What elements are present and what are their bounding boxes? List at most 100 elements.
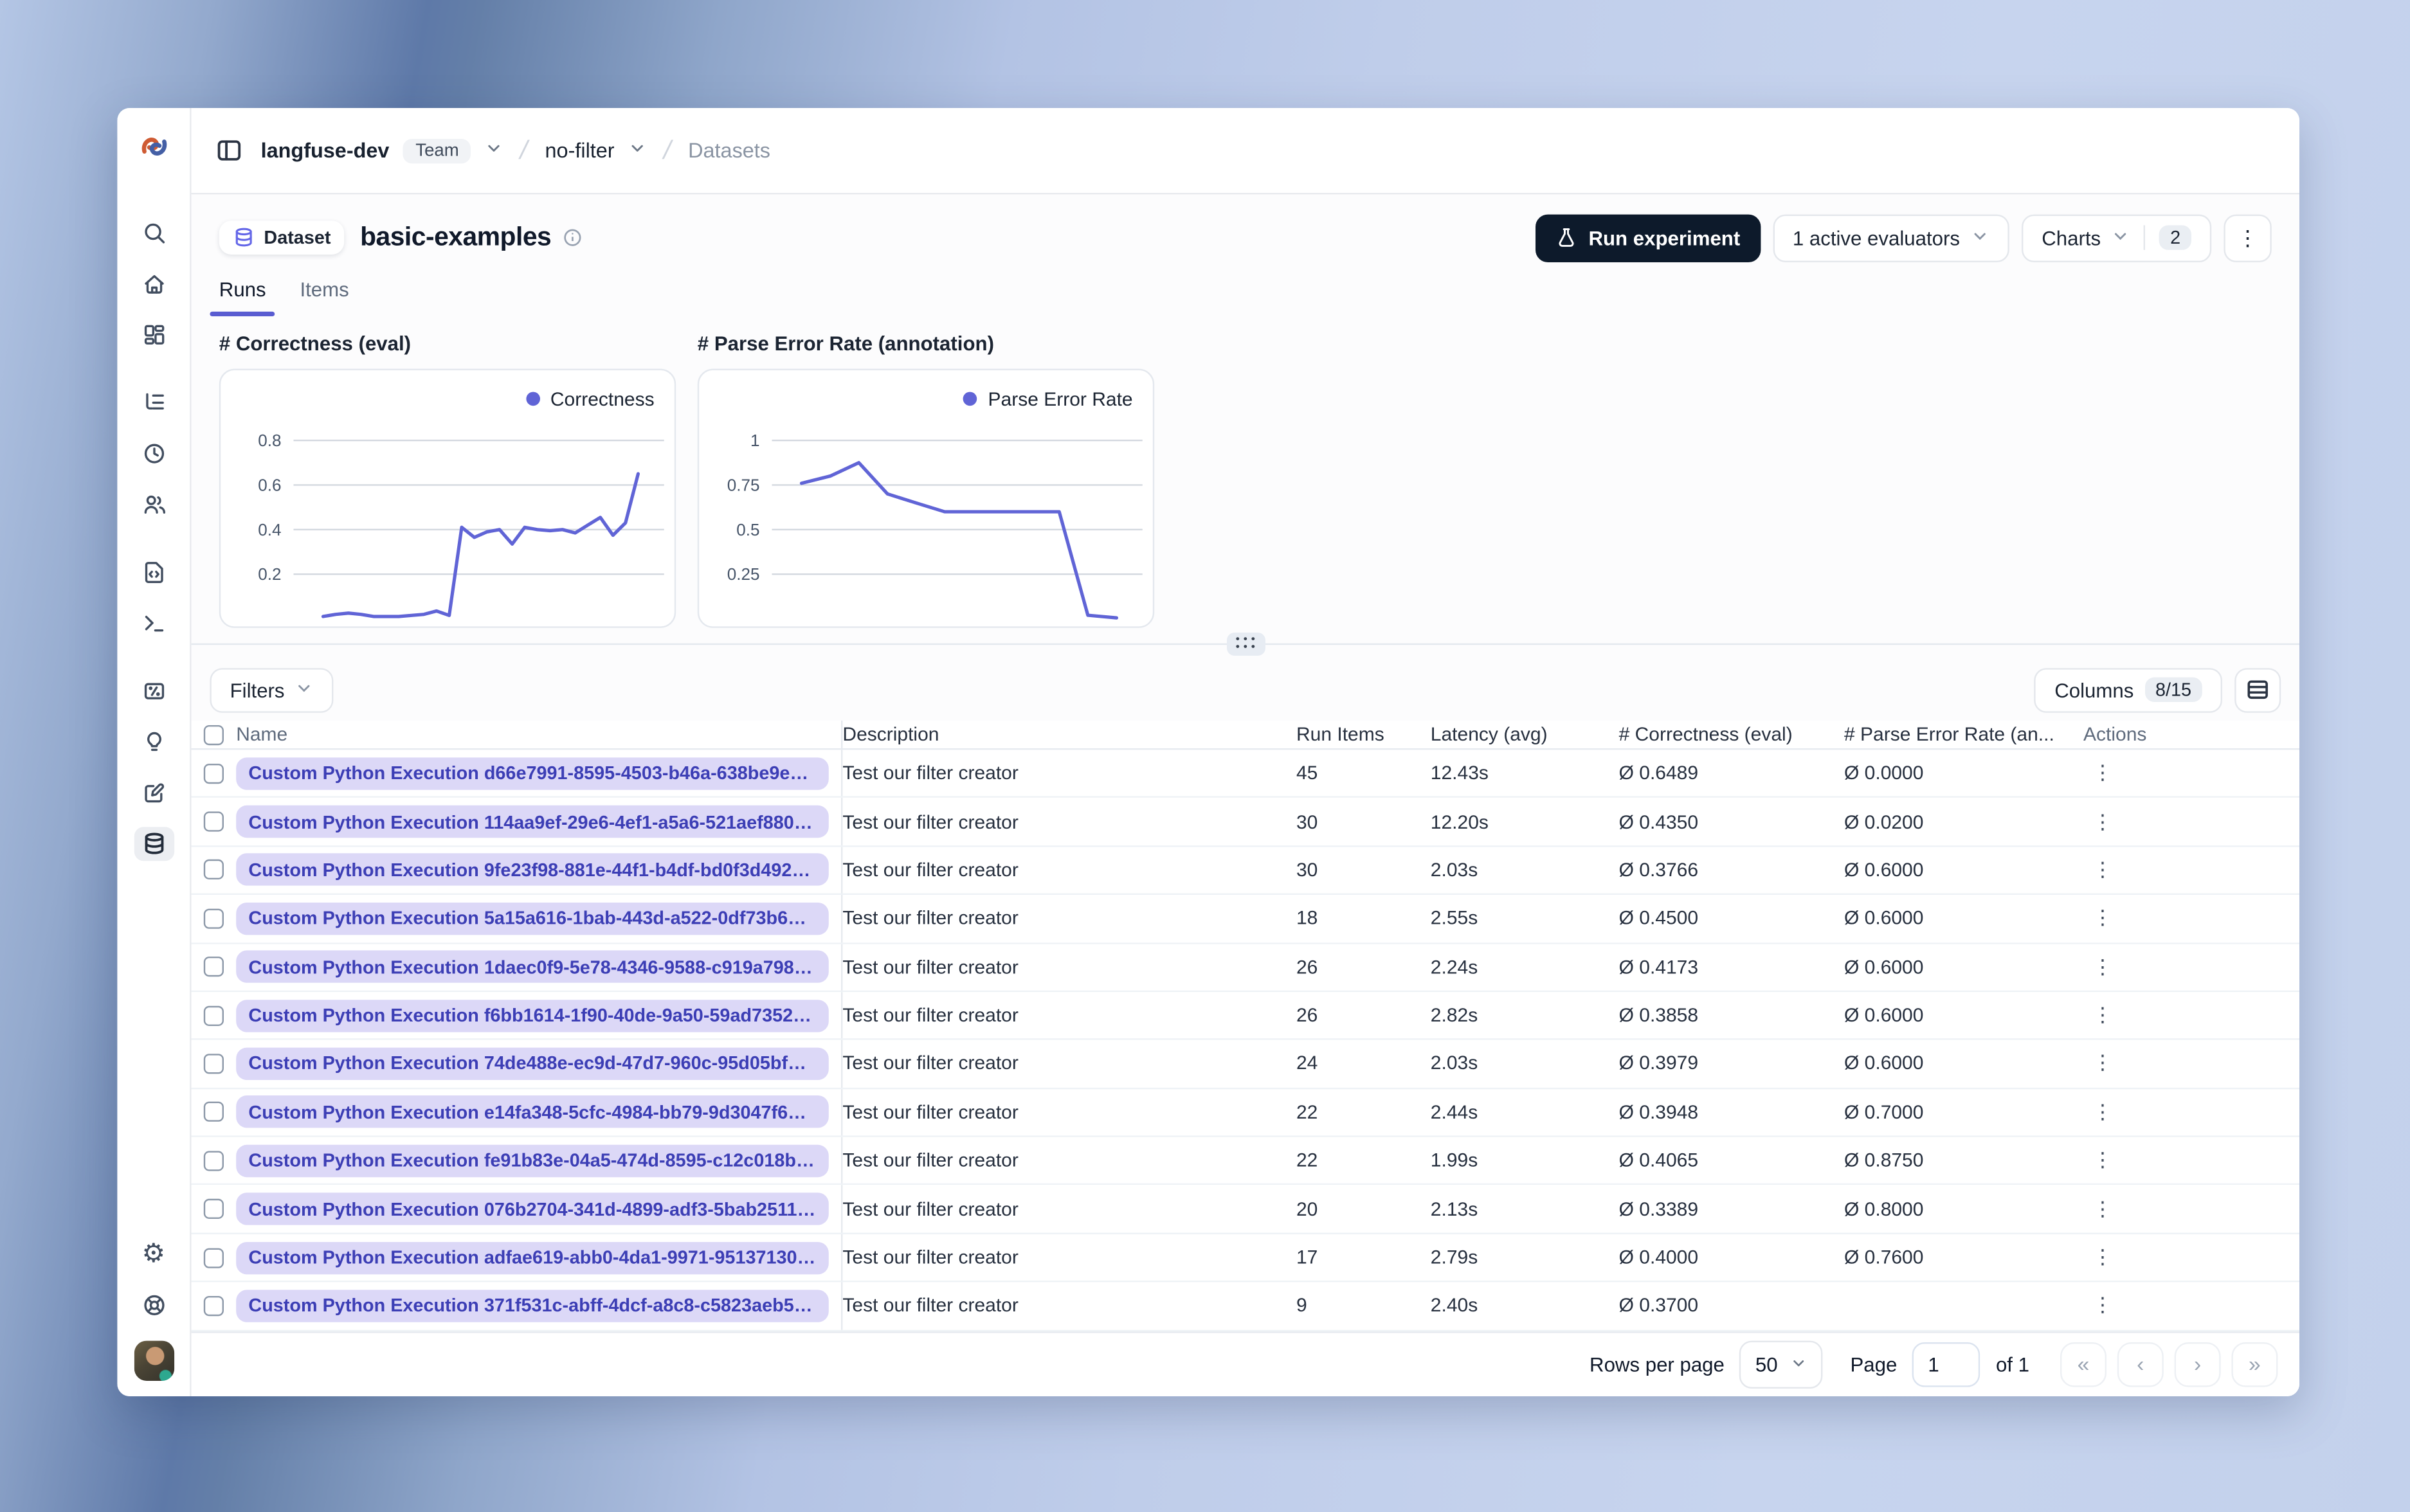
run-name-link[interactable]: Custom Python Execution d66e7991-8595-45… (236, 757, 829, 789)
insights-lightbulb-icon[interactable] (134, 725, 174, 759)
run-name-link[interactable]: Custom Python Execution f6bb1614-1f90-40… (236, 999, 829, 1032)
row-actions-menu[interactable]: ⋮ (2083, 761, 2122, 786)
annotation-pen-icon[interactable] (134, 776, 174, 810)
row-actions-menu[interactable]: ⋮ (2083, 1293, 2122, 1318)
table-row[interactable]: Custom Python Execution 9fe23f98-881e-44… (191, 846, 2300, 896)
page-label: Page (1850, 1353, 1898, 1376)
table-row[interactable]: Custom Python Execution 076b2704-341d-48… (191, 1185, 2300, 1234)
column-header-run-items[interactable]: Run Items (1296, 721, 1431, 748)
support-lifebuoy-icon[interactable] (134, 1288, 174, 1322)
row-checkbox[interactable] (203, 811, 224, 832)
run-name-link[interactable]: Custom Python Execution 371f531c-abff-4d… (236, 1290, 829, 1322)
terminal-icon[interactable] (134, 606, 174, 640)
run-name-link[interactable]: Custom Python Execution adfae619-abb0-4d… (236, 1241, 829, 1274)
tab-items[interactable]: Items (300, 271, 349, 316)
row-checkbox[interactable] (203, 1199, 224, 1220)
home-icon[interactable] (134, 267, 174, 301)
table-row[interactable]: Custom Python Execution adfae619-abb0-4d… (191, 1234, 2300, 1282)
chevron-down-icon[interactable] (628, 139, 647, 162)
charts-dropdown[interactable]: Charts 2 (2022, 214, 2212, 262)
column-header-correctness[interactable]: # Correctness (eval) (1619, 721, 1844, 748)
rows-per-page-select[interactable]: 50 (1739, 1340, 1823, 1389)
table-row[interactable]: Custom Python Execution f6bb1614-1f90-40… (191, 991, 2300, 1041)
row-checkbox[interactable] (203, 957, 224, 977)
column-header-description[interactable]: Description (842, 721, 1296, 748)
run-experiment-button[interactable]: Run experiment (1536, 214, 1761, 262)
row-checkbox[interactable] (203, 1150, 224, 1171)
run-name-link[interactable]: Custom Python Execution 076b2704-341d-48… (236, 1192, 829, 1225)
row-height-icon[interactable] (2234, 667, 2281, 712)
row-checkbox[interactable] (203, 908, 224, 929)
rows-per-page-label: Rows per page (1590, 1353, 1725, 1376)
filters-dropdown[interactable]: Filters (210, 667, 334, 712)
resize-grip-handle[interactable] (1226, 632, 1265, 656)
more-actions-menu-button[interactable]: ⋮ (2224, 214, 2272, 262)
run-latency: 2.03s (1430, 859, 1478, 881)
run-name-link[interactable]: Custom Python Execution 114aa9ef-29e6-4e… (236, 805, 829, 838)
columns-dropdown[interactable]: Columns 8/15 (2034, 667, 2223, 712)
breadcrumb-org[interactable]: langfuse-dev (261, 139, 390, 162)
row-actions-menu[interactable]: ⋮ (2083, 906, 2122, 931)
table-row[interactable]: Custom Python Execution fe91b83e-04a5-47… (191, 1137, 2300, 1186)
table-row[interactable]: Custom Python Execution d66e7991-8595-45… (191, 750, 2300, 798)
row-actions-menu[interactable]: ⋮ (2083, 1148, 2122, 1173)
breadcrumb-section[interactable]: Datasets (688, 139, 770, 162)
tracing-icon[interactable] (134, 386, 174, 420)
row-actions-menu[interactable]: ⋮ (2083, 1197, 2122, 1221)
sidebar-toggle-icon[interactable] (216, 138, 242, 164)
tab-runs[interactable]: Runs (210, 271, 276, 316)
run-name-link[interactable]: Custom Python Execution e14fa348-5cfc-49… (236, 1095, 829, 1129)
langfuse-logo-icon[interactable] (135, 128, 172, 165)
row-checkbox[interactable] (203, 763, 224, 784)
next-page-button[interactable]: › (2174, 1342, 2221, 1387)
settings-gear-icon[interactable]: ⚙ (134, 1236, 174, 1270)
run-items-count: 18 (1296, 907, 1318, 930)
info-icon[interactable] (562, 228, 584, 249)
chevron-down-icon[interactable] (485, 139, 504, 162)
row-actions-menu[interactable]: ⋮ (2083, 1245, 2122, 1270)
row-checkbox[interactable] (203, 1247, 224, 1268)
select-all-checkbox[interactable] (203, 724, 224, 745)
run-latency: 2.40s (1430, 1295, 1478, 1317)
row-checkbox[interactable] (203, 1054, 224, 1074)
user-avatar[interactable] (133, 1340, 174, 1381)
column-header-name[interactable]: Name (236, 721, 843, 748)
row-actions-menu[interactable]: ⋮ (2083, 1100, 2122, 1124)
table-row[interactable]: Custom Python Execution 371f531c-abff-4d… (191, 1282, 2300, 1331)
previous-page-button[interactable]: ‹ (2117, 1342, 2164, 1387)
prompts-file-icon[interactable] (134, 555, 174, 590)
row-actions-menu[interactable]: ⋮ (2083, 1003, 2122, 1027)
run-name-link[interactable]: Custom Python Execution 74de488e-ec9d-47… (236, 1047, 829, 1080)
run-name-link[interactable]: Custom Python Execution 1daec0f9-5e78-43… (236, 950, 829, 984)
row-actions-menu[interactable]: ⋮ (2083, 809, 2122, 834)
row-checkbox[interactable] (203, 860, 224, 880)
table-row[interactable]: Custom Python Execution 1daec0f9-5e78-43… (191, 943, 2300, 992)
datasets-database-icon[interactable] (133, 827, 174, 861)
sessions-clock-icon[interactable] (134, 437, 174, 471)
row-checkbox[interactable] (203, 1005, 224, 1025)
breadcrumb-project[interactable]: no-filter (545, 139, 615, 162)
column-header-parse-error[interactable]: # Parse Error Rate (an... (1844, 721, 2074, 748)
search-icon[interactable] (134, 216, 174, 250)
row-checkbox[interactable] (203, 1295, 224, 1317)
row-actions-menu[interactable]: ⋮ (2083, 1052, 2122, 1076)
table-row[interactable]: Custom Python Execution e14fa348-5cfc-49… (191, 1088, 2300, 1137)
run-name-link[interactable]: Custom Python Execution 5a15a616-1bab-44… (236, 902, 829, 935)
table-row[interactable]: Custom Python Execution 74de488e-ec9d-47… (191, 1040, 2300, 1089)
active-evaluators-dropdown[interactable]: 1 active evaluators (1772, 214, 2009, 262)
playground-icon[interactable] (134, 674, 174, 708)
users-icon[interactable] (134, 487, 174, 521)
table-row[interactable]: Custom Python Execution 114aa9ef-29e6-4e… (191, 798, 2300, 847)
table-row[interactable]: Custom Python Execution 5a15a616-1bab-44… (191, 895, 2300, 944)
row-actions-menu[interactable]: ⋮ (2083, 955, 2122, 979)
page-number-input[interactable] (1912, 1342, 1980, 1387)
last-page-button[interactable]: » (2231, 1342, 2278, 1387)
row-actions-menu[interactable]: ⋮ (2083, 858, 2122, 882)
run-parse-error-avg: Ø 0.6000 (1844, 956, 1924, 978)
dashboards-icon[interactable] (134, 318, 174, 352)
column-header-latency[interactable]: Latency (avg) (1431, 721, 1619, 748)
row-checkbox[interactable] (203, 1102, 224, 1122)
run-name-link[interactable]: Custom Python Execution fe91b83e-04a5-47… (236, 1144, 829, 1177)
run-name-link[interactable]: Custom Python Execution 9fe23f98-881e-44… (236, 854, 829, 887)
first-page-button[interactable]: « (2060, 1342, 2107, 1387)
